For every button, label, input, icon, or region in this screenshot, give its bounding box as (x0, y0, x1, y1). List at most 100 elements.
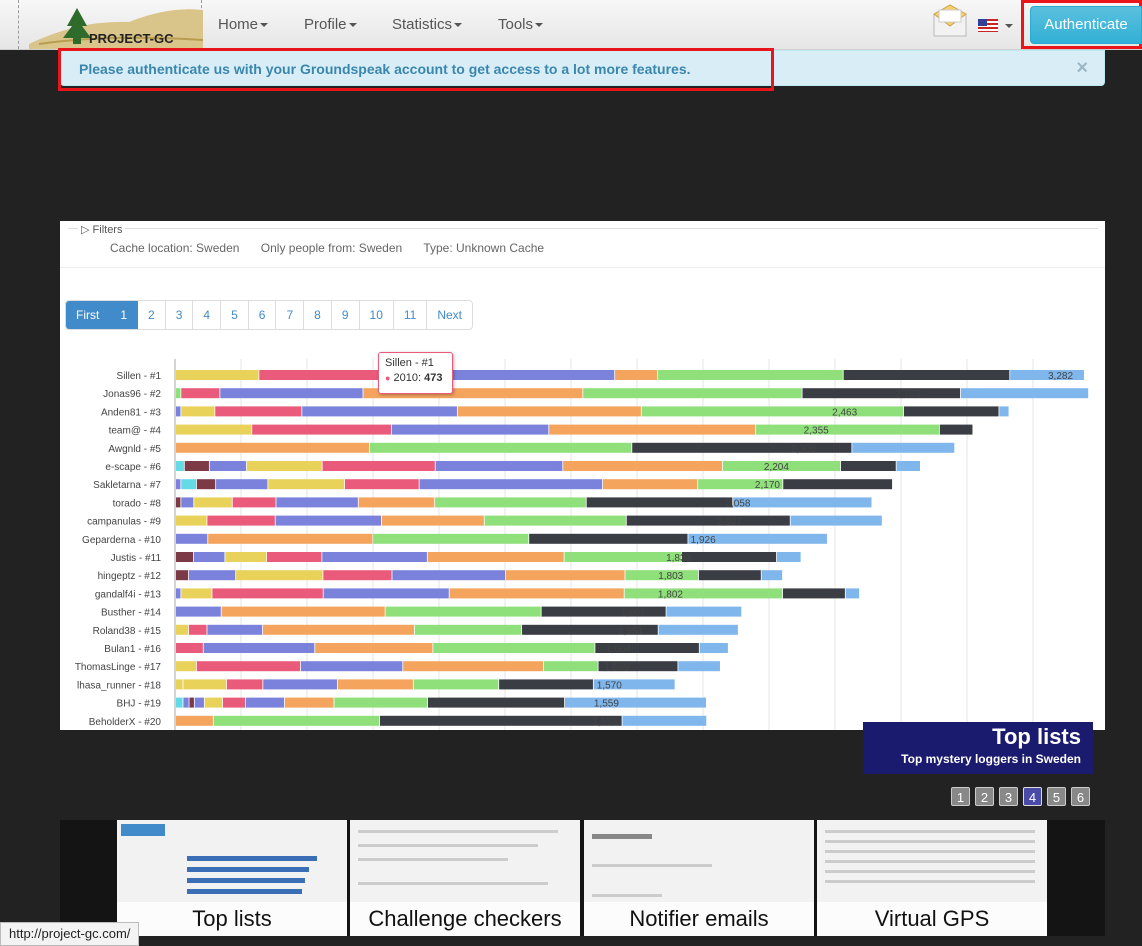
bar-segment[interactable] (268, 479, 345, 490)
bar-segment[interactable] (181, 497, 194, 508)
bar-segment[interactable] (176, 624, 189, 635)
bar-segment[interactable] (379, 715, 622, 726)
bar-segment[interactable] (632, 442, 852, 453)
bar-segment[interactable] (392, 570, 506, 581)
bar-segment[interactable] (176, 406, 181, 417)
bar-segment[interactable] (216, 479, 268, 490)
bar-segment[interactable] (583, 388, 802, 399)
bar-segment[interactable] (322, 461, 435, 471)
bar-segment[interactable] (852, 442, 955, 453)
bar-segment[interactable] (315, 643, 433, 653)
bar-segment[interactable] (183, 697, 189, 708)
bar-segment[interactable] (433, 643, 595, 653)
bar-segment[interactable] (549, 424, 756, 435)
bar-segment[interactable] (427, 552, 564, 562)
bar-segment[interactable] (843, 370, 1010, 380)
bar-segment[interactable] (176, 643, 203, 653)
bar-segment[interactable] (543, 661, 598, 672)
bar-segment[interactable] (176, 588, 181, 599)
bar-segment[interactable] (939, 424, 973, 435)
bar-segment[interactable] (176, 679, 183, 690)
bar-segment[interactable] (602, 479, 698, 490)
bar-segment[interactable] (385, 606, 541, 617)
bar-segment[interactable] (184, 461, 209, 471)
bar-segment[interactable] (896, 461, 921, 471)
bar-segment[interactable] (176, 552, 194, 562)
nav-statistics[interactable]: Statistics (392, 0, 463, 50)
project-gc-logo[interactable]: PROJECT-GC (18, 0, 204, 49)
bar-segment[interactable] (344, 479, 419, 490)
bar-segment[interactable] (733, 497, 872, 508)
bar-segment[interactable] (222, 697, 246, 708)
bar-segment[interactable] (678, 661, 720, 672)
bar-segment[interactable] (226, 679, 263, 690)
bar-segment[interactable] (245, 697, 285, 708)
bar-segment[interactable] (196, 661, 301, 672)
bar-segment[interactable] (999, 406, 1009, 417)
nav-tools[interactable]: Tools (498, 0, 544, 50)
bar-segment[interactable] (323, 570, 392, 581)
bar-segment[interactable] (300, 661, 403, 672)
bar-segment[interactable] (641, 406, 904, 417)
bar-segment[interactable] (193, 552, 225, 562)
thumb-top-lists[interactable]: Top lists (117, 820, 347, 936)
thumb-challenge-checkers[interactable]: Challenge checkers (350, 820, 580, 936)
bar-segment[interactable] (188, 570, 236, 581)
bar-segment[interactable] (183, 679, 227, 690)
bar-segment[interactable] (194, 697, 204, 708)
bar-segment[interactable] (176, 479, 181, 490)
bar-segment[interactable] (505, 570, 625, 581)
bar-segment[interactable] (208, 533, 373, 544)
bar-segment[interactable] (698, 570, 761, 581)
bar-segment[interactable] (419, 479, 603, 490)
bar-segment[interactable] (232, 497, 276, 508)
nav-profile[interactable]: Profile (304, 0, 357, 50)
bar-segment[interactable] (266, 552, 322, 562)
thumb-notifier-emails[interactable]: Notifier emails (584, 820, 814, 936)
bar-segment[interactable] (181, 588, 212, 599)
bar-segment[interactable] (449, 588, 624, 599)
bar-segment[interactable] (541, 606, 666, 617)
nav-home[interactable]: Home (218, 0, 269, 50)
bar-segment[interactable] (207, 624, 263, 635)
bar-segment[interactable] (262, 624, 414, 635)
language-selector[interactable] (978, 19, 1013, 33)
bar-segment[interactable] (782, 588, 845, 599)
bar-segment[interactable] (176, 442, 370, 453)
bar-segment[interactable] (176, 370, 259, 380)
bar-segment[interactable] (666, 606, 742, 617)
bar-segment[interactable] (337, 679, 413, 690)
bar-segment[interactable] (776, 552, 801, 562)
bar-segment[interactable] (756, 424, 939, 435)
bar-segment[interactable] (413, 679, 499, 690)
bar-segment[interactable] (284, 697, 334, 708)
bar-segment[interactable] (369, 442, 632, 453)
bar-segment[interactable] (263, 679, 338, 690)
slide-dot-5[interactable]: 5 (1047, 787, 1066, 806)
bar-segment[interactable] (275, 515, 382, 526)
slide-dot-6[interactable]: 6 (1071, 787, 1090, 806)
bar-segment[interactable] (176, 697, 183, 708)
bar-segment[interactable] (176, 461, 184, 471)
close-icon[interactable]: × (1076, 57, 1088, 80)
bar-segment[interactable] (391, 424, 549, 435)
slide-dot-2[interactable]: 2 (975, 787, 994, 806)
bar-segment[interactable] (276, 497, 358, 508)
bar-segment[interactable] (622, 715, 707, 726)
bar-segment[interactable] (403, 661, 544, 672)
bar-segment[interactable] (658, 624, 738, 635)
bar-segment[interactable] (563, 461, 723, 471)
bar-segment[interactable] (181, 406, 215, 417)
bar-segment[interactable] (624, 588, 783, 599)
bar-segment[interactable] (220, 388, 363, 399)
bar-segment[interactable] (626, 515, 790, 526)
bar-segment[interactable] (960, 388, 1089, 399)
bar-segment[interactable] (189, 697, 194, 708)
bar-segment[interactable] (381, 515, 484, 526)
bar-segment[interactable] (802, 388, 961, 399)
bar-segment[interactable] (681, 552, 777, 562)
bar-segment[interactable] (176, 424, 252, 435)
bar-segment[interactable] (212, 588, 323, 599)
bar-segment[interactable] (225, 552, 267, 562)
thumb-virtual-gps[interactable]: Virtual GPS (817, 820, 1047, 936)
